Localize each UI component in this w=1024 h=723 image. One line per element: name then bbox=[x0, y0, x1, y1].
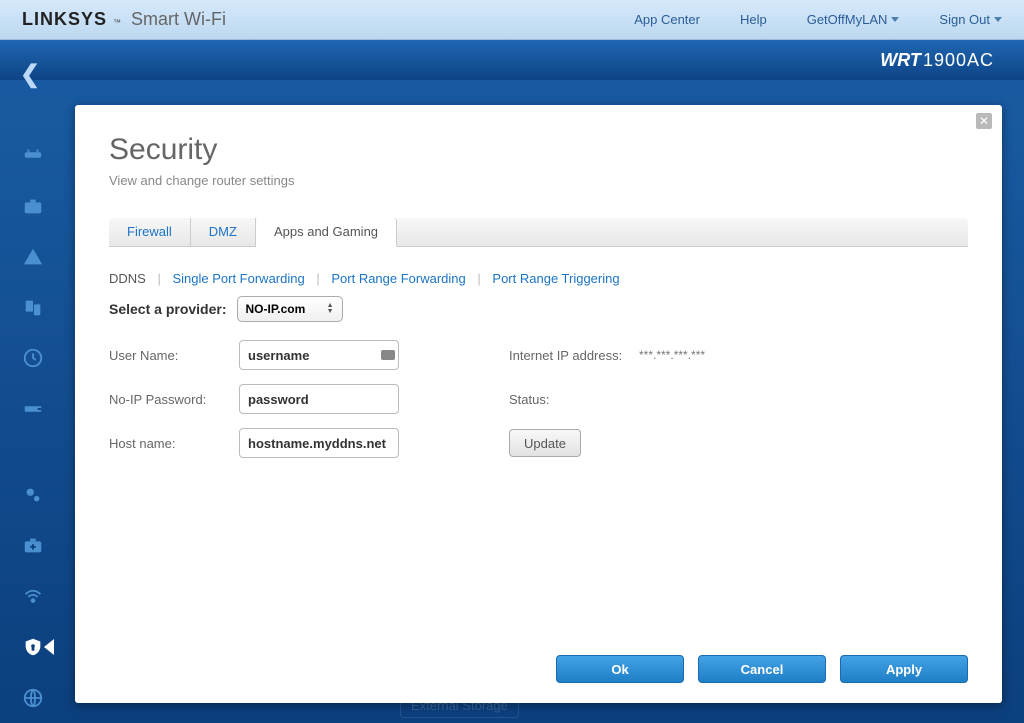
subnav-single-port[interactable]: Single Port Forwarding bbox=[172, 271, 304, 286]
username-input[interactable] bbox=[239, 340, 399, 370]
page-title: Security bbox=[109, 133, 968, 167]
briefcase-icon[interactable] bbox=[20, 195, 46, 218]
router-icon[interactable] bbox=[20, 144, 46, 167]
chevron-down-icon bbox=[994, 17, 1002, 22]
hostname-input[interactable] bbox=[239, 428, 399, 458]
active-indicator-icon bbox=[44, 639, 54, 655]
wifi-icon[interactable] bbox=[20, 585, 46, 608]
globe-icon[interactable] bbox=[20, 686, 46, 709]
nav-sign-out[interactable]: Sign Out bbox=[939, 12, 1002, 27]
panel-footer: Ok Cancel Apply bbox=[109, 645, 968, 683]
password-label: No-IP Password: bbox=[109, 392, 239, 407]
update-button[interactable]: Update bbox=[509, 429, 581, 457]
trademark: ™ bbox=[113, 18, 121, 27]
ip-label: Internet IP address: bbox=[509, 348, 639, 363]
keyboard-icon bbox=[381, 350, 395, 360]
provider-label: Select a provider: bbox=[109, 301, 227, 317]
cancel-button[interactable]: Cancel bbox=[698, 655, 826, 683]
medkit-icon[interactable] bbox=[20, 534, 46, 557]
tab-apps-gaming[interactable]: Apps and Gaming bbox=[256, 218, 397, 247]
subnav-port-range-trig[interactable]: Port Range Triggering bbox=[492, 271, 619, 286]
updown-icon: ▲▼ bbox=[327, 303, 334, 315]
ok-button[interactable]: Ok bbox=[556, 655, 684, 683]
chevron-down-icon bbox=[891, 17, 899, 22]
hostname-label: Host name: bbox=[109, 436, 239, 451]
side-rail bbox=[0, 80, 65, 723]
nav-sign-out-label: Sign Out bbox=[939, 12, 990, 27]
clock-icon[interactable] bbox=[20, 347, 46, 370]
nav-help[interactable]: Help bbox=[740, 12, 767, 27]
gears-icon[interactable] bbox=[20, 483, 46, 506]
nav-account[interactable]: GetOffMyLAN bbox=[807, 12, 900, 27]
model-prefix: WRT bbox=[880, 50, 921, 71]
status-label: Status: bbox=[509, 392, 639, 407]
model-number: 1900AC bbox=[923, 50, 994, 71]
ip-value: ***.***.***.*** bbox=[639, 348, 968, 362]
shield-icon[interactable] bbox=[20, 636, 46, 659]
topbar: LINKSYS ™ Smart Wi-Fi App Center Help Get… bbox=[0, 0, 1024, 40]
apply-button[interactable]: Apply bbox=[840, 655, 968, 683]
provider-value: NO-IP.com bbox=[246, 302, 306, 316]
subnav-ddns[interactable]: DDNS bbox=[109, 271, 146, 286]
provider-select[interactable]: NO-IP.com ▲▼ bbox=[237, 296, 343, 322]
devices-icon[interactable] bbox=[20, 296, 46, 319]
subnav: DDNS | Single Port Forwarding | Port Ran… bbox=[109, 271, 968, 286]
brand-text: LINKSYS bbox=[22, 9, 107, 30]
security-panel: ✕ Security View and change router settin… bbox=[75, 105, 1002, 703]
logo: LINKSYS ™ Smart Wi-Fi bbox=[22, 9, 226, 30]
password-input[interactable] bbox=[239, 384, 399, 414]
page-subtitle: View and change router settings bbox=[109, 173, 968, 188]
nav-account-label: GetOffMyLAN bbox=[807, 12, 888, 27]
tab-bar: Firewall DMZ Apps and Gaming bbox=[109, 218, 968, 247]
brand-subtext: Smart Wi-Fi bbox=[131, 9, 226, 30]
tab-firewall[interactable]: Firewall bbox=[109, 218, 191, 246]
warning-icon[interactable] bbox=[20, 245, 46, 268]
close-icon[interactable]: ✕ bbox=[976, 113, 992, 129]
subnav-port-range-fwd[interactable]: Port Range Forwarding bbox=[331, 271, 465, 286]
ghost-external-storage: External Storage bbox=[400, 693, 519, 718]
tab-dmz[interactable]: DMZ bbox=[191, 218, 256, 246]
nav-app-center[interactable]: App Center bbox=[634, 12, 700, 27]
top-nav: App Center Help GetOffMyLAN Sign Out bbox=[634, 12, 1002, 27]
ddns-form: User Name: Internet IP address: ***.***.… bbox=[109, 340, 968, 458]
username-label: User Name: bbox=[109, 348, 239, 363]
model-bar: WRT 1900AC bbox=[0, 40, 1024, 80]
usb-icon[interactable] bbox=[20, 398, 46, 421]
